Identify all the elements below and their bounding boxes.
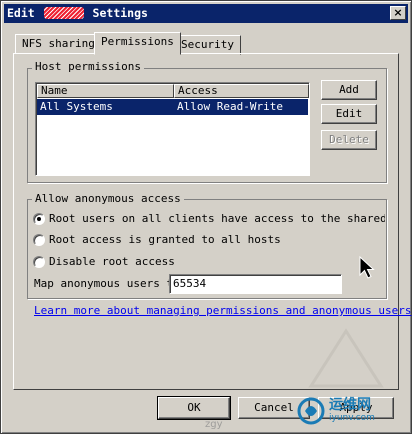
delete-button[interactable]: Delete — [321, 130, 377, 150]
radio-label: Disable root access — [49, 255, 175, 268]
host-permissions-label: Host permissions — [32, 61, 144, 73]
radio-label: Root access is granted to all hosts — [49, 233, 281, 246]
mouse-cursor-icon — [359, 256, 375, 279]
column-header-access[interactable]: Access — [174, 84, 309, 98]
close-button[interactable]: × — [390, 6, 406, 20]
radio-button[interactable] — [33, 234, 45, 246]
column-header-name[interactable]: Name — [37, 84, 174, 98]
anonymous-access-label: Allow anonymous access — [32, 193, 184, 205]
learn-more-link[interactable]: Learn more about managing permissions an… — [34, 304, 412, 317]
watermark-user-text: zgy — [205, 419, 223, 430]
title-suffix: Settings — [85, 6, 148, 20]
title-bar: Edit Settings — [4, 4, 408, 23]
site-watermark: 运维网 iyunv.com zgy — [205, 393, 407, 431]
table-row[interactable]: All Systems Allow Read-Write — [37, 99, 308, 115]
host-permissions-list[interactable]: Name Access All Systems Allow Read-Write — [35, 82, 310, 176]
title-prefix: Edit — [7, 6, 42, 20]
map-users-label: Map anonymous users to: — [34, 277, 187, 290]
tab-label: Permissions — [101, 35, 174, 48]
tab-nfs-sharing[interactable]: NFS sharing — [15, 34, 102, 54]
tab-permissions[interactable]: Permissions — [94, 32, 181, 55]
tab-label: NFS sharing — [22, 37, 95, 50]
radio-button[interactable] — [33, 256, 45, 268]
watermark-en-text: iyunv.com — [329, 413, 375, 423]
row-access-cell: Allow Read-Write — [177, 100, 283, 113]
add-button[interactable]: Add — [321, 80, 377, 100]
tab-security[interactable]: Security — [174, 35, 241, 55]
background-watermark-icon — [308, 328, 384, 388]
radio-label: Root users on all clients have access to… — [49, 212, 385, 225]
watermark-logo-icon — [297, 397, 325, 425]
close-icon: × — [393, 6, 403, 19]
radio-button-checked[interactable] — [33, 213, 45, 225]
ok-button[interactable]: OK — [157, 396, 231, 420]
dialog-window: Edit Settings × NFS sharing Permissions … — [0, 0, 412, 434]
edit-button[interactable]: Edit — [321, 104, 377, 124]
row-name-cell: All Systems — [40, 100, 113, 113]
redacted-share-name — [43, 7, 84, 19]
watermark-cn-text: 运维网 — [329, 397, 371, 413]
map-users-input[interactable]: 65534 — [169, 274, 342, 294]
tab-label: Security — [181, 38, 234, 51]
